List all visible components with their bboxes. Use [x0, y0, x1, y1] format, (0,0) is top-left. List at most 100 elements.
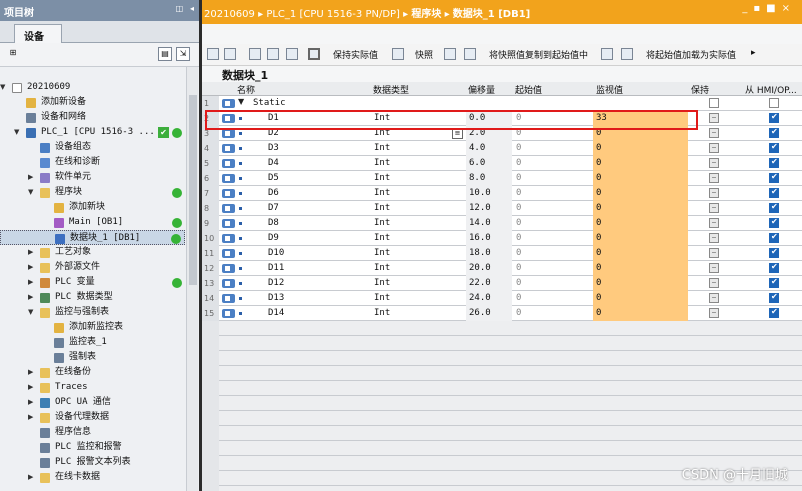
tree-item[interactable]: ▶ PLC 变量 — [0, 275, 185, 290]
more-icon[interactable]: ▸ — [751, 48, 756, 58]
col-header-offset[interactable]: 偏移量 — [468, 83, 495, 96]
tree-item[interactable]: ▼ 监控与强制表 — [0, 305, 185, 320]
table-row[interactable]: 4 D3 Int 4.0 0 0 — [202, 141, 802, 156]
keep-actual-button[interactable]: 保持实际值 — [333, 48, 378, 61]
expander-closed-icon[interactable]: ▶ — [28, 365, 33, 380]
panel-controls[interactable]: ◫ ◂ — [176, 4, 196, 13]
table-row[interactable]: 8 D7 Int 12.0 0 0 — [202, 201, 802, 216]
retain-checkbox[interactable] — [709, 278, 719, 288]
cell-start-value[interactable]: 0 — [516, 201, 521, 216]
load-start-button[interactable]: 将起始值加载为实际值 — [646, 48, 736, 61]
expander-open-icon[interactable]: ▼ — [28, 305, 33, 320]
retain-checkbox[interactable] — [709, 188, 719, 198]
expander-closed-icon[interactable]: ▶ — [28, 260, 33, 275]
list-icon[interactable] — [286, 48, 298, 60]
minimize-button[interactable]: _ — [742, 3, 753, 14]
retain-checkbox[interactable] — [709, 203, 719, 213]
tree-item[interactable]: 程序信息 — [0, 425, 185, 440]
tree-item[interactable]: ▶ 在线卡数据 — [0, 470, 185, 485]
tree-item[interactable]: ▼ 程序块 — [0, 185, 185, 200]
hmi-accessible-checkbox[interactable] — [769, 247, 779, 258]
hmi-accessible-checkbox[interactable] — [769, 187, 779, 198]
breadcrumb-item-blocks[interactable]: 程序块 — [411, 9, 441, 20]
hmi-accessible-checkbox[interactable] — [769, 202, 779, 213]
cell-start-value[interactable]: 0 — [516, 231, 521, 246]
cell-datatype[interactable]: Int — [374, 276, 390, 291]
cell-name[interactable]: D13 — [268, 291, 284, 306]
overview-icon[interactable]: ▤ — [158, 47, 172, 61]
breadcrumb-item-db[interactable]: 数据块_1 [DB1] — [453, 9, 530, 20]
expander-closed-icon[interactable]: ▶ — [28, 395, 33, 410]
tree-item[interactable]: ▶ 工艺对象 — [0, 245, 185, 260]
retain-checkbox[interactable] — [709, 158, 719, 168]
expander-closed-icon[interactable]: ▶ — [28, 380, 33, 395]
col-header-monitor-value[interactable]: 监视值 — [596, 83, 623, 96]
hmi-accessible-checkbox[interactable] — [769, 277, 779, 288]
copy-snapshot-button[interactable]: 将快照值复制到起始值中 — [489, 48, 588, 61]
cell-datatype[interactable]: Int — [374, 216, 390, 231]
retain-checkbox[interactable] — [709, 263, 719, 273]
load-alt-icon[interactable] — [621, 48, 633, 60]
tree-item[interactable]: PLC 监控和报警 — [0, 440, 185, 455]
tree-item[interactable]: 添加新设备 — [0, 95, 185, 110]
properties-icon[interactable]: ⇲ — [176, 47, 190, 61]
col-header-datatype[interactable]: 数据类型 — [373, 83, 409, 96]
hmi-accessible-checkbox[interactable] — [769, 142, 779, 153]
tree-item[interactable]: ▶ PLC 数据类型 — [0, 290, 185, 305]
col-header-retain[interactable]: 保持 — [691, 83, 709, 96]
expander-closed-icon[interactable]: ▶ — [28, 290, 33, 305]
hmi-accessible-checkbox[interactable] — [769, 112, 779, 123]
cell-name[interactable]: D12 — [268, 276, 284, 291]
snapshot-icon[interactable] — [392, 48, 404, 60]
snapshot-button[interactable]: 快照 — [415, 48, 433, 61]
cell-datatype[interactable]: Int — [374, 141, 390, 156]
retain-checkbox[interactable] — [709, 248, 719, 258]
tree-scrollbar[interactable] — [186, 67, 198, 491]
cell-datatype[interactable]: Int — [374, 156, 390, 171]
tree-item[interactable]: 在线和诊断 — [0, 155, 185, 170]
retain-checkbox[interactable] — [709, 143, 719, 153]
hmi-accessible-checkbox[interactable] — [769, 98, 779, 108]
cell-datatype[interactable]: Int — [374, 186, 390, 201]
expander-closed-icon[interactable]: ▶ — [28, 275, 33, 290]
retain-checkbox[interactable] — [709, 293, 719, 303]
breadcrumb-item-plc[interactable]: PLC_1 [CPU 1516-3 PN/DP] — [266, 9, 400, 20]
hmi-accessible-checkbox[interactable] — [769, 262, 779, 273]
cell-name[interactable]: D11 — [268, 261, 284, 276]
table-row[interactable]: 11 D10 Int 18.0 0 0 — [202, 246, 802, 261]
table-row[interactable]: 1 ▼ Static — [202, 96, 802, 111]
expand-icon[interactable] — [249, 48, 261, 60]
retain-checkbox[interactable] — [709, 308, 719, 318]
cell-datatype[interactable]: Int — [374, 306, 390, 321]
hmi-accessible-checkbox[interactable] — [769, 157, 779, 168]
cell-datatype[interactable]: Int — [374, 201, 390, 216]
retain-checkbox[interactable] — [709, 218, 719, 228]
table-row[interactable]: 13 D12 Int 22.0 0 0 — [202, 276, 802, 291]
retain-checkbox[interactable] — [709, 98, 719, 108]
cell-datatype[interactable]: Int — [374, 246, 390, 261]
cell-name[interactable]: D7 — [268, 201, 279, 216]
table-row[interactable]: 14 D13 Int 24.0 0 0 — [202, 291, 802, 306]
add-row-icon[interactable] — [224, 48, 236, 60]
cell-start-value[interactable]: 0 — [516, 261, 521, 276]
tree-item[interactable]: ▶ 设备代理数据 — [0, 410, 185, 425]
retain-checkbox[interactable] — [709, 173, 719, 183]
table-row[interactable]: 15 D14 Int 26.0 0 0 — [202, 306, 802, 321]
table-row[interactable]: 5 D4 Int 6.0 0 0 — [202, 156, 802, 171]
expander-closed-icon[interactable]: ▶ — [28, 410, 33, 425]
cell-start-value[interactable]: 0 — [516, 276, 521, 291]
restore-button[interactable]: ▪ — [753, 3, 766, 14]
hmi-accessible-checkbox[interactable] — [769, 232, 779, 243]
tab-devices[interactable]: 设备 — [14, 24, 62, 44]
tree-item[interactable]: 设备和网络 — [0, 110, 185, 125]
table-row[interactable]: 10 D9 Int 16.0 0 0 — [202, 231, 802, 246]
expander-open-icon[interactable]: ▼ — [0, 80, 5, 95]
tree-item[interactable]: 强制表 — [0, 350, 185, 365]
copy-icon[interactable] — [444, 48, 456, 60]
expander-closed-icon[interactable]: ▶ — [28, 245, 33, 260]
tree-item[interactable]: ▶ OPC UA 通信 — [0, 395, 185, 410]
cell-name[interactable]: D8 — [268, 216, 279, 231]
tree-item[interactable]: ▶ 软件单元 — [0, 170, 185, 185]
tree-item[interactable]: ▼ 20210609 — [0, 80, 185, 95]
hmi-accessible-checkbox[interactable] — [769, 127, 779, 138]
